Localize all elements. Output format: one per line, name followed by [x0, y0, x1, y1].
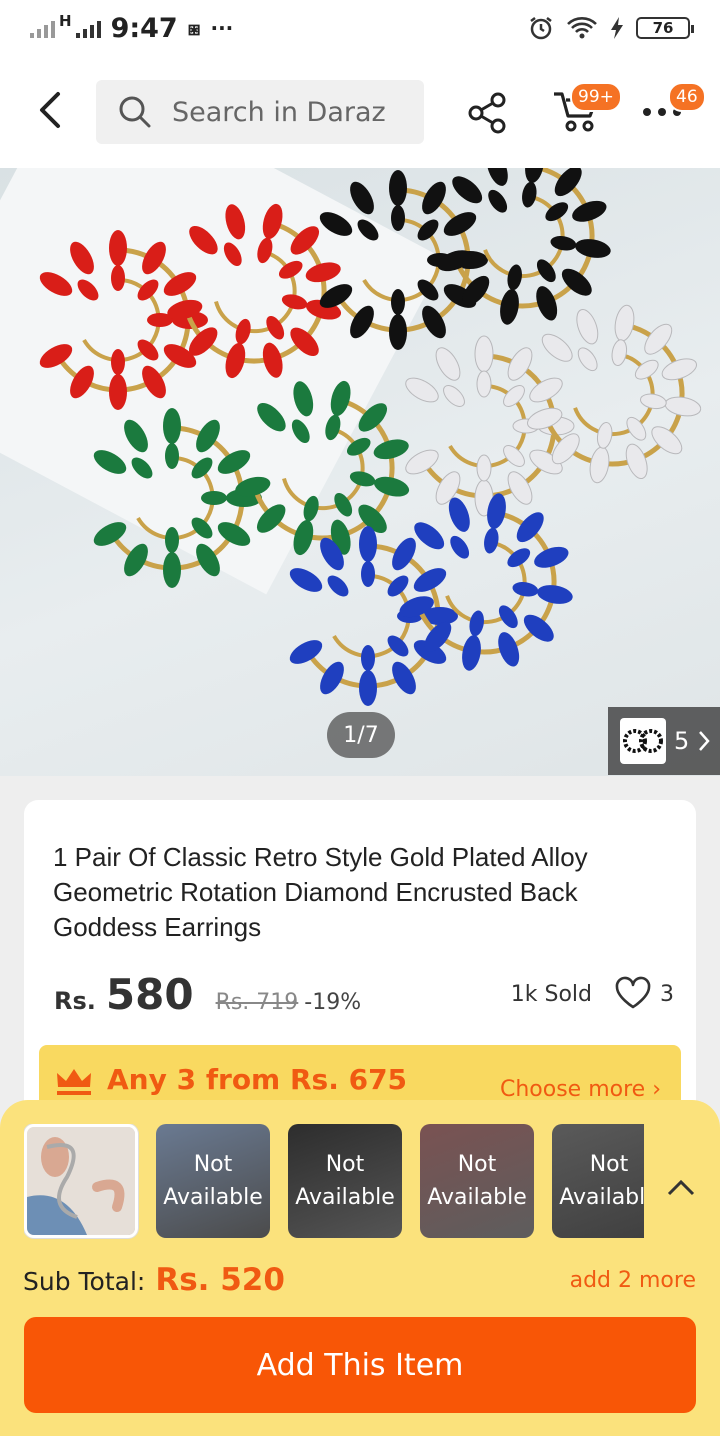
subtotal-label: Sub Total:: [23, 1267, 146, 1296]
earrings-illustration: [0, 168, 720, 776]
product-title: 1 Pair Of Classic Retro Style Gold Plate…: [53, 842, 588, 942]
bundle-item[interactable]: Not Available: [420, 1124, 534, 1238]
earring-thumb-icon: [623, 729, 663, 753]
notification-icon: ⧆: [187, 16, 201, 40]
promo-text: Any 3 from Rs. 675: [107, 1063, 408, 1096]
app-header: Search in Daraz 99+ 46: [0, 56, 720, 168]
crown-icon: [57, 1069, 91, 1095]
add-this-item-button[interactable]: Add This Item: [24, 1317, 696, 1413]
variant-count: 5: [674, 727, 690, 755]
cart-badge: 99+: [570, 82, 622, 112]
network-type: H: [59, 12, 72, 30]
discount-percent: -19%: [304, 990, 362, 1015]
bundle-panel: Not Available Not Available Not Availabl…: [0, 1100, 720, 1436]
search-icon: [119, 96, 151, 128]
choose-more-link[interactable]: Choose more ›: [500, 1077, 661, 1102]
sold-count: 1k Sold: [510, 982, 592, 1007]
more-badge: 46: [668, 82, 706, 112]
current-price: 580: [105, 970, 194, 1019]
currency-label: Rs.: [54, 987, 96, 1015]
subtotal-amount: Rs. 520: [155, 1262, 285, 1298]
signal-icon: [30, 18, 55, 38]
cart-button[interactable]: 99+: [552, 82, 622, 136]
add-more-link[interactable]: add 2 more: [570, 1268, 696, 1293]
bundle-item[interactable]: Not Available: [156, 1124, 270, 1238]
chevron-up-icon[interactable]: [666, 1178, 696, 1198]
original-price: Rs. 719: [215, 990, 299, 1015]
clock: 9:47: [110, 12, 178, 44]
product-image[interactable]: [0, 168, 720, 776]
bundle-item[interactable]: Not Available: [552, 1124, 644, 1238]
wishlist-count: 3: [660, 982, 674, 1007]
charging-icon: [611, 17, 623, 39]
status-overflow: ···: [210, 16, 234, 40]
search-placeholder: Search in Daraz: [172, 96, 386, 128]
bundle-item-selected[interactable]: [24, 1124, 138, 1238]
share-icon[interactable]: [468, 92, 508, 134]
bundle-item[interactable]: Not Available: [288, 1124, 402, 1238]
signal-icon-2: [75, 18, 101, 38]
chevron-right-icon: [699, 731, 710, 751]
variant-thumbnails-button[interactable]: 5: [608, 707, 720, 775]
status-bar: H 9:47 ⧆ ··· 76: [0, 0, 720, 56]
back-arrow-icon[interactable]: [34, 90, 70, 130]
wishlist-heart-icon[interactable]: [614, 976, 652, 1010]
wifi-icon: [567, 17, 597, 39]
alarm-icon: [530, 17, 552, 40]
variant-thumbnail: [620, 718, 666, 764]
bundle-items: Not Available Not Available Not Availabl…: [24, 1124, 644, 1240]
earring-model-image: [27, 1127, 135, 1235]
search-input[interactable]: Search in Daraz: [96, 80, 424, 144]
subtotal: Sub Total: Rs. 520: [23, 1262, 285, 1298]
image-counter: 1/7: [327, 712, 395, 758]
more-menu-button[interactable]: 46: [640, 82, 706, 136]
battery-icon: 76: [636, 17, 694, 39]
